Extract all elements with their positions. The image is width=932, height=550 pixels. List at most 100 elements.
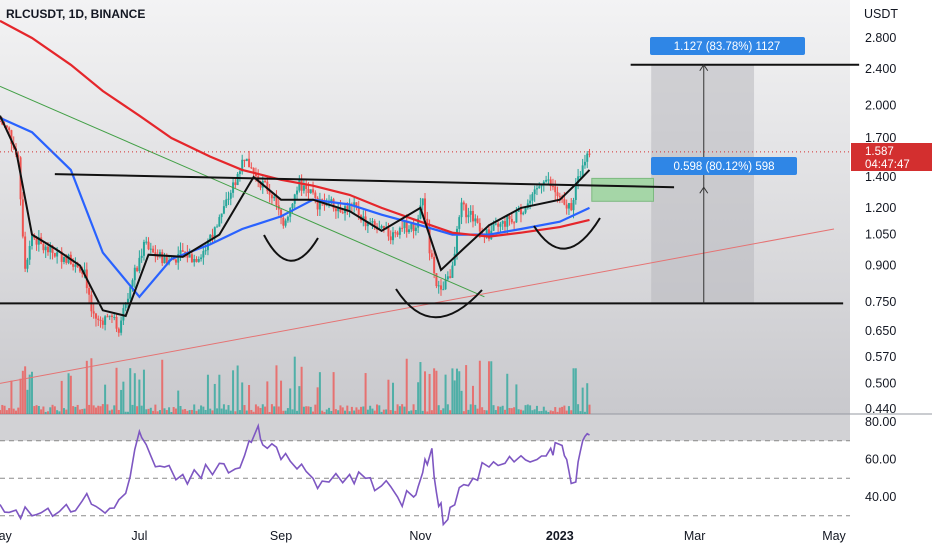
candle-body bbox=[439, 285, 442, 290]
volume-bar bbox=[412, 404, 415, 414]
time-tick-label: Nov bbox=[409, 529, 432, 543]
chart-background bbox=[0, 0, 932, 550]
candle-body bbox=[497, 223, 500, 227]
candle-body bbox=[129, 286, 132, 299]
last-price-tag: 1.587 04:47:47 bbox=[851, 143, 932, 171]
volume-bar bbox=[451, 368, 454, 414]
candle-body bbox=[35, 238, 38, 245]
volume-bar bbox=[202, 406, 205, 414]
candle-body bbox=[588, 153, 591, 155]
volume-bar bbox=[1, 404, 4, 414]
volume-bar bbox=[92, 405, 95, 414]
volume-bar bbox=[515, 384, 518, 414]
volume-bar bbox=[170, 411, 173, 414]
candle-body bbox=[140, 255, 143, 258]
volume-bar bbox=[24, 366, 27, 414]
candle-body bbox=[113, 316, 116, 318]
candle-body bbox=[499, 223, 502, 227]
volume-bar bbox=[78, 409, 81, 414]
price-tick-label: 0.500 bbox=[865, 376, 896, 390]
candle-body bbox=[275, 196, 278, 206]
candle-body bbox=[220, 213, 223, 218]
volume-bar bbox=[83, 408, 86, 414]
volume-bar bbox=[14, 410, 17, 414]
time-tick-label: 2023 bbox=[546, 529, 574, 543]
candle-body bbox=[492, 224, 495, 231]
measure-box-upper[interactable]: 1.127 (83.78%) 1127 bbox=[650, 37, 805, 55]
candle-body bbox=[467, 214, 470, 218]
volume-bar bbox=[567, 406, 570, 414]
volume-bar bbox=[305, 406, 308, 414]
candle-body bbox=[540, 185, 543, 187]
volume-bar bbox=[453, 380, 456, 414]
volume-bar bbox=[284, 410, 287, 414]
volume-bar bbox=[442, 408, 445, 414]
candle-body bbox=[501, 221, 504, 224]
volume-bar bbox=[517, 409, 520, 414]
volume-bar bbox=[129, 368, 132, 414]
volume-bar bbox=[437, 405, 440, 414]
volume-bar bbox=[268, 411, 271, 414]
candle-body bbox=[110, 315, 113, 317]
volume-bar bbox=[154, 404, 157, 414]
volume-bar bbox=[21, 370, 24, 414]
candle-body bbox=[430, 253, 433, 257]
volume-bar bbox=[565, 410, 568, 414]
volume-bar bbox=[376, 404, 379, 414]
volume-bar bbox=[362, 406, 365, 414]
volume-bar bbox=[501, 405, 504, 414]
candle-body bbox=[24, 236, 27, 269]
candle-body bbox=[494, 223, 497, 225]
candle-body bbox=[161, 252, 164, 264]
volume-bar bbox=[104, 384, 107, 414]
volume-bar bbox=[273, 406, 276, 414]
candle-body bbox=[510, 218, 513, 223]
volume-bar bbox=[318, 372, 321, 414]
candle-body bbox=[474, 218, 477, 222]
volume-bar bbox=[62, 408, 65, 414]
candle-body bbox=[248, 158, 251, 168]
candle-body bbox=[250, 167, 253, 169]
measure-box-lower[interactable]: 0.598 (80.12%) 598 bbox=[651, 157, 797, 175]
volume-bar bbox=[197, 409, 200, 414]
volume-bar bbox=[302, 406, 305, 414]
volume-bar bbox=[19, 378, 22, 414]
volume-bar bbox=[94, 407, 97, 414]
rsi-tick-label: 40.00 bbox=[865, 490, 896, 504]
candle-body bbox=[179, 250, 182, 254]
candle-body bbox=[551, 186, 554, 188]
candle-body bbox=[558, 196, 561, 198]
volume-bar bbox=[403, 406, 406, 414]
volume-bar bbox=[579, 411, 582, 414]
candle-body bbox=[216, 226, 219, 228]
volume-bar bbox=[330, 411, 333, 414]
candle-body bbox=[421, 198, 424, 206]
candle-body bbox=[156, 256, 159, 258]
candle-body bbox=[392, 232, 395, 241]
volume-bar bbox=[243, 405, 246, 414]
volume-bar bbox=[149, 407, 152, 414]
volume-bar bbox=[227, 405, 230, 414]
volume-bar bbox=[405, 358, 408, 414]
price-tick-label: 0.750 bbox=[865, 295, 896, 309]
volume-bar bbox=[28, 374, 31, 414]
volume-bar bbox=[350, 406, 353, 414]
candle-body bbox=[104, 316, 107, 325]
volume-bar bbox=[37, 406, 40, 414]
candle-body bbox=[204, 250, 207, 252]
volume-bar bbox=[492, 405, 495, 414]
volume-bar bbox=[458, 371, 461, 414]
volume-bar bbox=[147, 408, 150, 414]
symbol-title[interactable]: RLCUSDT, 1D, BINANCE bbox=[6, 7, 145, 21]
volume-bar bbox=[58, 411, 61, 414]
chart-canvas[interactable]: 2.800 2.400 2.000 1.700 1.400 1.200 1.050 0.900… bbox=[0, 0, 932, 550]
volume-bar bbox=[72, 406, 75, 414]
volume-bar bbox=[328, 407, 331, 414]
candle-body bbox=[282, 217, 285, 226]
volume-bar bbox=[145, 409, 148, 414]
volume-bar bbox=[241, 382, 244, 414]
volume-bar bbox=[408, 411, 411, 414]
volume-bar bbox=[158, 410, 161, 414]
volume-bar bbox=[586, 383, 589, 414]
candle-body bbox=[508, 216, 511, 219]
